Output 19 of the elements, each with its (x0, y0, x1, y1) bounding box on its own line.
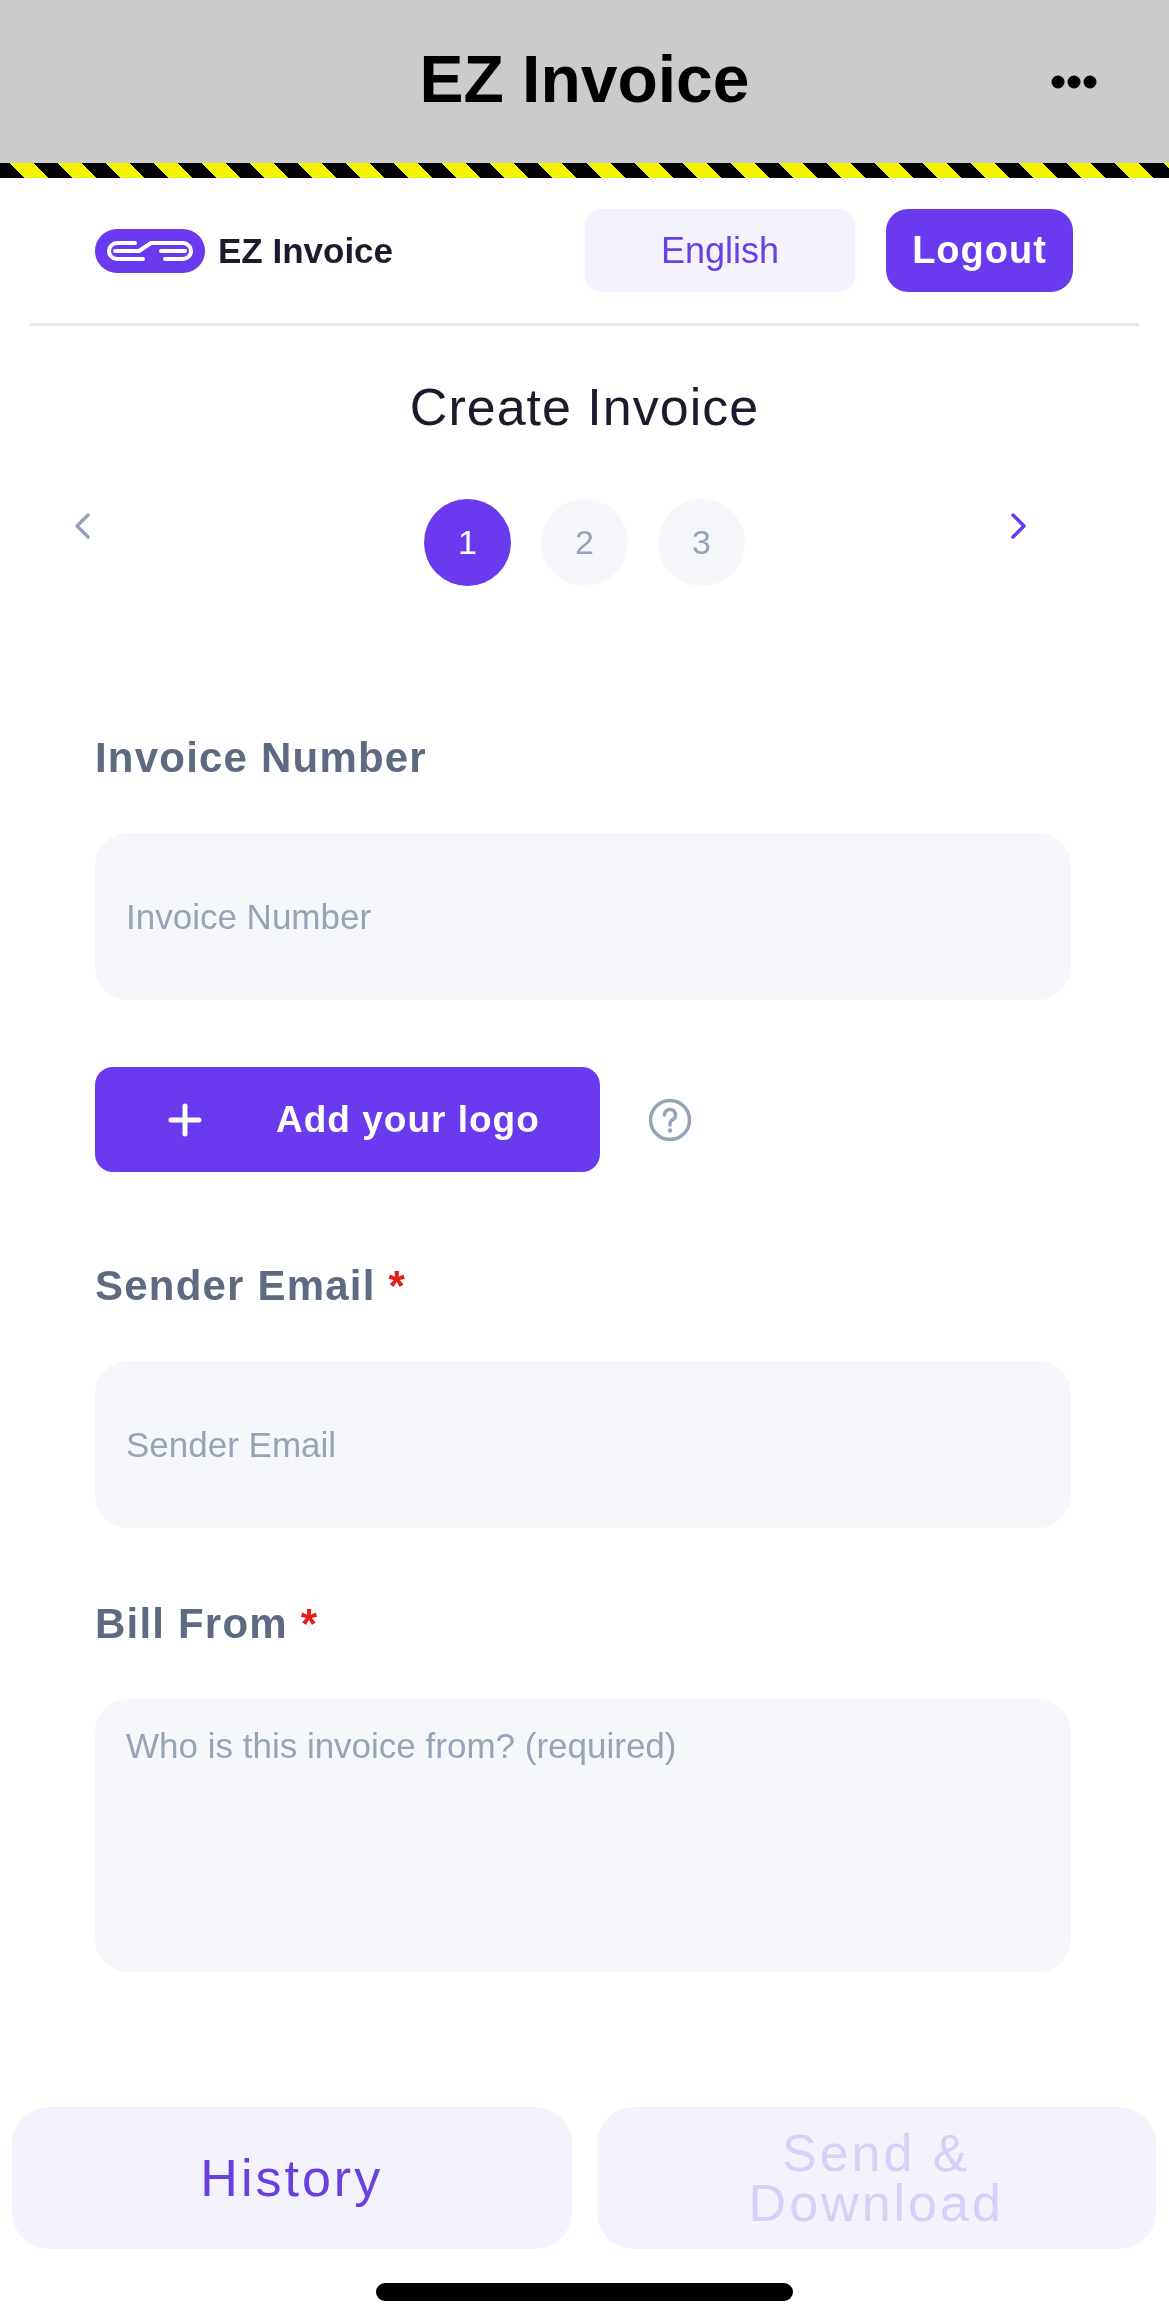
history-button[interactable]: History (12, 2107, 572, 2249)
page-title: Create Invoice (409, 377, 760, 437)
chevron-right-icon[interactable] (1010, 512, 1028, 540)
text-input[interactable]: Invoice Number (95, 833, 1071, 1000)
field-label: Bill From * (95, 1599, 319, 1649)
help-icon[interactable] (648, 1097, 692, 1142)
language-button[interactable]: English (585, 209, 855, 292)
window-title: EZ Invoice (419, 40, 750, 117)
text-input[interactable]: Sender Email (95, 1361, 1071, 1528)
textarea-field[interactable]: Who is this invoice from? (required) (95, 1699, 1071, 1972)
field-label: Sender Email * (95, 1261, 406, 1311)
plus-icon (168, 1102, 202, 1137)
logout-button[interactable]: Logout (886, 209, 1073, 292)
field-label: Invoice Number (95, 733, 427, 783)
add-logo-button[interactable]: Add your logo (95, 1067, 600, 1172)
step-button[interactable]: 1 (424, 499, 511, 586)
brand-name: EZ Invoice (218, 230, 394, 271)
more-icon[interactable] (1051, 74, 1097, 89)
brand-logo-icon (95, 228, 205, 273)
